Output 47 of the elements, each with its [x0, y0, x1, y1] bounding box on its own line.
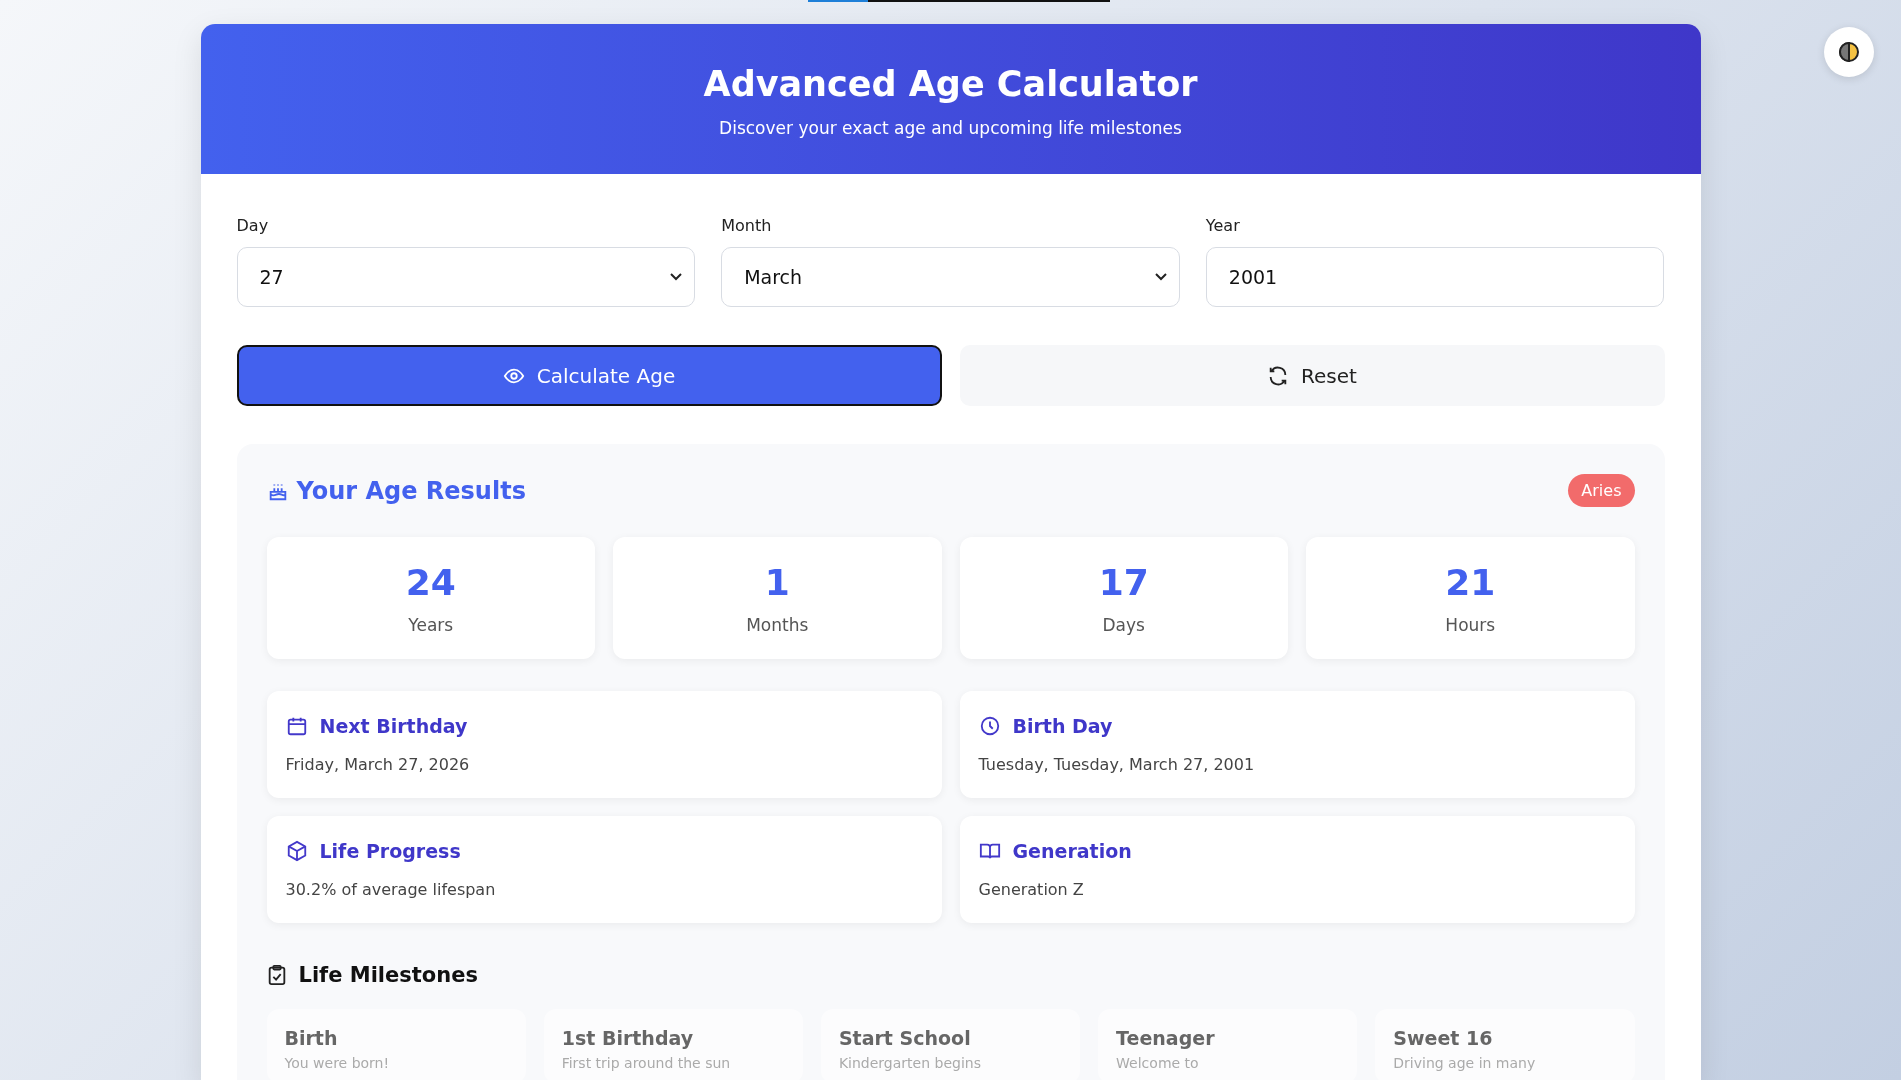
info-title: Next Birthday	[319, 715, 468, 737]
calculate-button[interactable]: Calculate Age	[236, 345, 942, 406]
theme-toggle-button[interactable]	[1824, 27, 1874, 77]
milestone-text: Kindergarten begins	[838, 1055, 982, 1071]
dropdown-field[interactable]: March	[721, 247, 1180, 307]
chevron-icon	[670, 273, 683, 281]
milestone-text: You were born!	[284, 1055, 391, 1071]
cube-icon	[285, 840, 308, 862]
info-text: 30.2% of average lifespan	[285, 880, 497, 899]
info-title: Birth Day	[1012, 715, 1113, 737]
stat-value: 17	[1098, 561, 1149, 603]
dropdown-field[interactable]: 27	[236, 247, 696, 307]
input-field[interactable]: 2001	[1205, 247, 1665, 307]
milestone-title: Teenager	[1116, 1027, 1216, 1049]
chevron-icon	[1154, 273, 1167, 281]
zodiac-badge: Aries	[1568, 474, 1635, 507]
reset-button[interactable]: Reset	[959, 345, 1665, 406]
calendar-icon	[285, 715, 308, 737]
milestone-text: Driving age in many	[1393, 1055, 1537, 1071]
milestone-text: Welcome to	[1116, 1055, 1200, 1071]
moon-icon	[1838, 41, 1860, 63]
clipboard-check-icon	[266, 964, 287, 986]
clock-icon	[978, 715, 1001, 737]
stat-value: 21	[1445, 561, 1496, 603]
info-title: Generation	[1012, 840, 1132, 862]
milestone-title: 1st Birthday	[561, 1027, 695, 1049]
stat-label: Months	[746, 614, 809, 635]
stat-label: Days	[1102, 614, 1145, 635]
page-subtitle: Discover your exact age and upcoming life milestones	[718, 118, 1183, 138]
info-text: Friday, March 27, 2026	[285, 755, 471, 774]
field-label: Month	[721, 216, 773, 235]
stat-label: Hours	[1445, 614, 1496, 635]
results-title: Your Age Results	[296, 476, 526, 505]
milestones-title: Life Milestones	[298, 963, 478, 987]
milestone-title: Start School	[838, 1027, 972, 1049]
field-label: Year	[1205, 216, 1241, 235]
info-text: Tuesday, Tuesday, March 27, 2001	[978, 755, 1256, 774]
info-text: Generation Z	[978, 880, 1085, 899]
stat-value: 24	[405, 561, 456, 603]
stat-label: Years	[408, 614, 454, 635]
info-title: Life Progress	[319, 840, 461, 862]
stat-value: 1	[764, 561, 790, 603]
page-title: Advanced Age Calculator	[702, 64, 1199, 104]
field-label: Day	[236, 216, 270, 235]
milestone-title: Sweet 16	[1393, 1027, 1494, 1049]
milestone-title: Birth	[284, 1027, 339, 1049]
milestone-text: First trip around the sun	[561, 1055, 732, 1071]
